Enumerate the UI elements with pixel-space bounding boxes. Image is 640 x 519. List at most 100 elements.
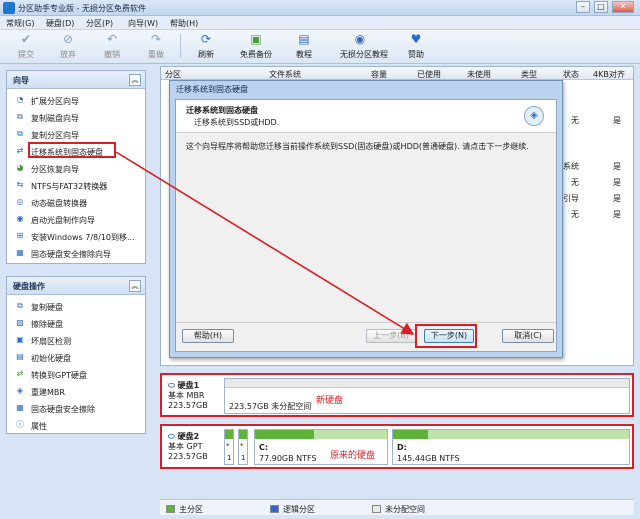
unallocated-bar bbox=[225, 379, 629, 388]
menu-help[interactable]: 帮助(H) bbox=[170, 18, 198, 29]
cd-icon: ◉ bbox=[16, 214, 24, 223]
dynamic-disk-icon: ◎ bbox=[16, 197, 24, 206]
disk-2[interactable]: ⬭ 硬盘2 基本 GPT 223.57GB * 1 * 1 C: 77.90GB… bbox=[160, 424, 634, 469]
backup-icon: ▣ bbox=[250, 32, 262, 46]
collapse-button[interactable]: ︽ bbox=[129, 74, 141, 86]
disk-op-bad-sector[interactable]: ▣ 坏扇区检测 bbox=[7, 332, 145, 349]
wizard-item-dynamic[interactable]: ◎ 动态磁盘转换器 bbox=[7, 194, 145, 211]
redo-icon: ↷ bbox=[150, 32, 162, 46]
migrate-os-dialog: 迁移系统到固态硬盘 迁移系统到固态硬盘 迁移系统到SSD或HDD. ◈ 这个向导… bbox=[169, 80, 563, 358]
dialog-subheading: 迁移系统到SSD或HDD. bbox=[194, 118, 280, 127]
wizard-item-ssd-erase[interactable]: ▦ 固态硬盘安全擦除向导 bbox=[7, 245, 145, 262]
disk-op-wipe[interactable]: ▨ 擦除硬盘 bbox=[7, 315, 145, 332]
convert-icon: ⇆ bbox=[16, 180, 24, 189]
discard-icon: ⊘ bbox=[62, 32, 74, 46]
wizard-item-copy-disk[interactable]: ⧉ 复制磁盘向导 bbox=[7, 109, 145, 126]
col-free[interactable]: 未使用 bbox=[467, 69, 491, 80]
row-3-status: 无 bbox=[571, 178, 579, 187]
sponsor-button[interactable]: ♥ 赞助 bbox=[396, 32, 436, 60]
col-partition[interactable]: 分区 bbox=[165, 69, 181, 80]
cancel-button[interactable]: 取消(C) bbox=[502, 329, 554, 343]
menu-disk[interactable]: 硬盘(D) bbox=[46, 18, 74, 29]
partition-c-usage-bar bbox=[255, 430, 315, 439]
menu-wizard[interactable]: 向导(W) bbox=[128, 18, 158, 29]
apply-button[interactable]: ✔ 提交 bbox=[6, 32, 46, 60]
col-4k-align[interactable]: 4KB对齐 bbox=[593, 69, 625, 80]
menu-general[interactable]: 常规(G) bbox=[6, 18, 34, 29]
app-icon bbox=[3, 2, 15, 14]
disk-1-unallocated-partition[interactable]: 223.57GB 未分配空间 bbox=[224, 378, 630, 414]
row-3-align: 是 bbox=[613, 178, 621, 187]
row-2-align: 是 bbox=[613, 162, 621, 171]
migrate-icon: ⇄ bbox=[16, 146, 24, 155]
undo-button[interactable]: ↶ 撤销 bbox=[92, 32, 132, 60]
partition-d[interactable]: D: 145.44GB NTFS bbox=[392, 429, 630, 465]
disk-2-small-partition-1[interactable]: * 1 bbox=[224, 429, 234, 465]
wizard-item-windows-to-go[interactable]: ⊞ 安装Windows 7/8/10到移... bbox=[7, 228, 145, 245]
disk-op-mbr[interactable]: ◈ 重建MBR bbox=[7, 383, 145, 400]
wizard-item-ntfs-fat32[interactable]: ⇆ NTFS与FAT32转换器 bbox=[7, 177, 145, 194]
minimize-button[interactable]: – bbox=[576, 1, 590, 13]
menu-bar: 常规(G) 硬盘(D) 分区(P) 向导(W) 帮助(H) bbox=[0, 16, 640, 30]
gpt-icon: ⇄ bbox=[16, 369, 24, 378]
row-5-align: 是 bbox=[613, 210, 621, 219]
disk-ops-panel-header: 硬盘操作 ︽ bbox=[7, 277, 145, 295]
row-4-align: 是 bbox=[613, 194, 621, 203]
disk-op-copy[interactable]: ⧉ 复制硬盘 bbox=[7, 298, 145, 315]
wizard-item-extend[interactable]: ◔ 扩展分区向导 bbox=[7, 92, 145, 109]
wizard-item-recovery[interactable]: ◕ 分区恢复向导 bbox=[7, 160, 145, 177]
refresh-button[interactable]: ⟳ 刷新 bbox=[186, 32, 226, 60]
legend-logical: 逻辑分区 bbox=[270, 504, 315, 515]
disk-op-gpt[interactable]: ⇄ 转换到GPT硬盘 bbox=[7, 366, 145, 383]
ssd-erase-icon: ▦ bbox=[16, 403, 24, 412]
dialog-description: 这个向导程序将帮助您迁移当前操作系统到SSD(固态硬盘)或HDD(普通硬盘). … bbox=[186, 142, 529, 151]
disk-ops-panel: 硬盘操作 ︽ ⧉ 复制硬盘 ▨ 擦除硬盘 ▣ 坏扇区检测 ▤ 初始化硬盘 ⇄ 转换到GPT硬… bbox=[6, 276, 146, 434]
partition-tutorial-button[interactable]: ◉ 无损分区教程 bbox=[340, 32, 388, 60]
disk-1-label: ⬭ 硬盘1 基本 MBR 223.57GB bbox=[168, 381, 208, 410]
col-filesystem[interactable]: 文件系统 bbox=[269, 69, 301, 80]
legend-bar: 主分区 逻辑分区 未分配空间 bbox=[160, 499, 634, 515]
dialog-title: 迁移系统到固态硬盘 bbox=[176, 85, 248, 94]
disk-1[interactable]: ⬭ 硬盘1 基本 MBR 223.57GB 223.57GB 未分配空间 新硬盘 bbox=[160, 373, 634, 417]
disk-op-properties[interactable]: ⓘ 属性 bbox=[7, 417, 145, 434]
title-bar: 分区助手专业版 - 无损分区免费软件 – □ ✕ bbox=[0, 0, 640, 16]
maximize-button[interactable]: □ bbox=[594, 1, 608, 13]
windows-icon: ⊞ bbox=[16, 231, 24, 240]
menu-partition[interactable]: 分区(P) bbox=[86, 18, 113, 29]
disk-2-small-partition-2[interactable]: * 1 bbox=[238, 429, 248, 465]
wizard-item-copy-partition[interactable]: ⧉ 复制分区向导 bbox=[7, 126, 145, 143]
col-used[interactable]: 已使用 bbox=[417, 69, 441, 80]
discard-button[interactable]: ⊘ 放弃 bbox=[48, 32, 88, 60]
ssd-erase-icon: ▦ bbox=[16, 248, 24, 257]
disk-2-label: ⬭ 硬盘2 基本 GPT 223.57GB bbox=[168, 432, 208, 461]
col-status[interactable]: 状态 bbox=[563, 69, 579, 80]
disk-icon: ⬭ bbox=[168, 432, 175, 441]
extend-icon: ◔ bbox=[16, 95, 24, 104]
disk-op-ssd-erase[interactable]: ▦ 固态硬盘安全擦除 bbox=[7, 400, 145, 417]
init-icon: ▤ bbox=[16, 352, 24, 361]
book-icon: ▤ bbox=[298, 32, 310, 46]
free-backup-button[interactable]: ▣ 免费备份 bbox=[236, 32, 276, 60]
col-capacity[interactable]: 容量 bbox=[371, 69, 387, 80]
collapse-button[interactable]: ︽ bbox=[129, 280, 141, 292]
help-button[interactable]: 帮助(H) bbox=[182, 329, 234, 343]
disk-op-init[interactable]: ▤ 初始化硬盘 bbox=[7, 349, 145, 366]
annotation-original-disk: 原来的硬盘 bbox=[330, 451, 376, 461]
col-type[interactable]: 类型 bbox=[521, 69, 537, 80]
copy-icon: ⧉ bbox=[17, 301, 23, 310]
wizard-item-bootcd[interactable]: ◉ 启动光盘制作向导 bbox=[7, 211, 145, 228]
wizard-panel: 向导 ︽ ◔ 扩展分区向导 ⧉ 复制磁盘向导 ⧉ 复制分区向导 ⇄ 迁移系统到固态硬盘 ◕… bbox=[6, 70, 146, 264]
migrate-wizard-icon: ◈ bbox=[524, 106, 544, 126]
refresh-icon: ⟳ bbox=[200, 32, 212, 46]
copy-partition-icon: ⧉ bbox=[17, 129, 23, 138]
disk-icon: ◉ bbox=[354, 32, 366, 46]
wipe-icon: ▨ bbox=[16, 318, 24, 327]
copy-disk-icon: ⧉ bbox=[17, 112, 23, 121]
row-5-status: 无 bbox=[571, 210, 579, 219]
tutorial-button[interactable]: ▤ 教程 bbox=[284, 32, 324, 60]
prev-button[interactable]: 上一步(B) bbox=[366, 329, 416, 343]
redo-button[interactable]: ↷ 重做 bbox=[136, 32, 176, 60]
wizard-panel-header: 向导 ︽ bbox=[7, 71, 145, 89]
close-button[interactable]: ✕ bbox=[612, 1, 634, 13]
row-1-status: 无 bbox=[571, 116, 579, 125]
